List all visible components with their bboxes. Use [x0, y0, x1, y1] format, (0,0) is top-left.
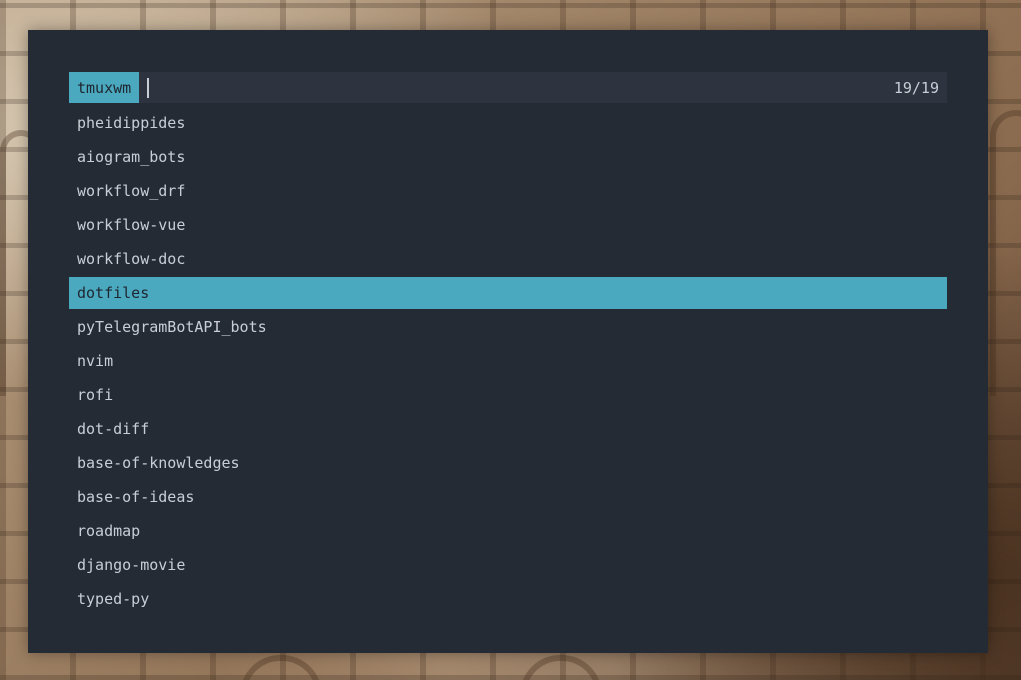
list-item-label: workflow-vue — [77, 216, 186, 234]
list-item-label: base-of-ideas — [77, 488, 195, 506]
selection-highlight — [69, 243, 947, 275]
list-item-label: typed-py — [77, 590, 150, 608]
list-item-label: pyTelegramBotAPI_bots — [77, 318, 267, 336]
list-item-label: pheidippides — [77, 114, 186, 132]
match-counter: 19/19 — [893, 79, 939, 97]
result-list: pheidippides aiogram_bots workflow_drfwork… — [69, 106, 947, 616]
list-item-label: nvim — [77, 352, 114, 370]
list-item-label: workflow-doc — [77, 250, 186, 268]
selection-highlight — [69, 175, 947, 207]
selection-highlight — [69, 107, 947, 139]
mode-prompt: tmuxwm — [69, 72, 140, 103]
selection-highlight — [69, 379, 947, 411]
list-item[interactable]: dot-diff — [69, 412, 947, 446]
list-item-label: django-movie — [77, 556, 186, 574]
selection-highlight — [69, 515, 947, 547]
wallpaper-arch — [520, 655, 602, 680]
list-item-label: base-of-knowledges — [77, 454, 240, 472]
selection-highlight — [69, 141, 947, 173]
wallpaper-arch — [240, 655, 322, 680]
selection-highlight — [69, 209, 947, 241]
list-item[interactable]: rofi — [69, 378, 947, 412]
rofi-launcher-window: tmuxwm 19/19 pheidippides aiogram_botswor… — [28, 30, 988, 653]
list-item[interactable]: django-movie — [69, 548, 947, 582]
list-item[interactable]: base-of-ideas — [69, 480, 947, 514]
list-item-label: roadmap — [77, 522, 141, 540]
selection-highlight — [69, 345, 947, 377]
list-item[interactable]: workflow-doc — [69, 242, 947, 276]
selection-highlight — [69, 413, 947, 445]
selection-highlight — [69, 277, 947, 309]
list-item[interactable]: nvim — [69, 344, 947, 378]
selection-highlight — [69, 549, 947, 581]
list-item[interactable]: pyTelegramBotAPI_bots — [69, 310, 947, 344]
list-item-label: rofi — [77, 386, 114, 404]
list-item-label: dot-diff — [77, 420, 150, 438]
wallpaper-arch — [990, 110, 1021, 396]
list-item[interactable]: workflow_drf — [69, 174, 947, 208]
list-item[interactable]: workflow-vue — [69, 208, 947, 242]
search-bar[interactable]: tmuxwm 19/19 — [69, 72, 947, 103]
selection-highlight — [69, 481, 947, 513]
list-item[interactable]: typed-py — [69, 582, 947, 616]
list-item-selected[interactable]: dotfiles — [69, 276, 947, 310]
selection-highlight — [69, 583, 947, 615]
list-item[interactable]: base-of-knowledges — [69, 446, 947, 480]
list-item-label: workflow_drf — [77, 182, 186, 200]
list-item[interactable]: aiogram_bots — [69, 140, 947, 174]
list-item[interactable]: roadmap — [69, 514, 947, 548]
list-item-label: dotfiles — [77, 284, 150, 302]
list-item[interactable]: pheidippides — [69, 106, 947, 140]
list-item-label: aiogram_bots — [77, 148, 186, 166]
text-cursor — [147, 78, 149, 98]
